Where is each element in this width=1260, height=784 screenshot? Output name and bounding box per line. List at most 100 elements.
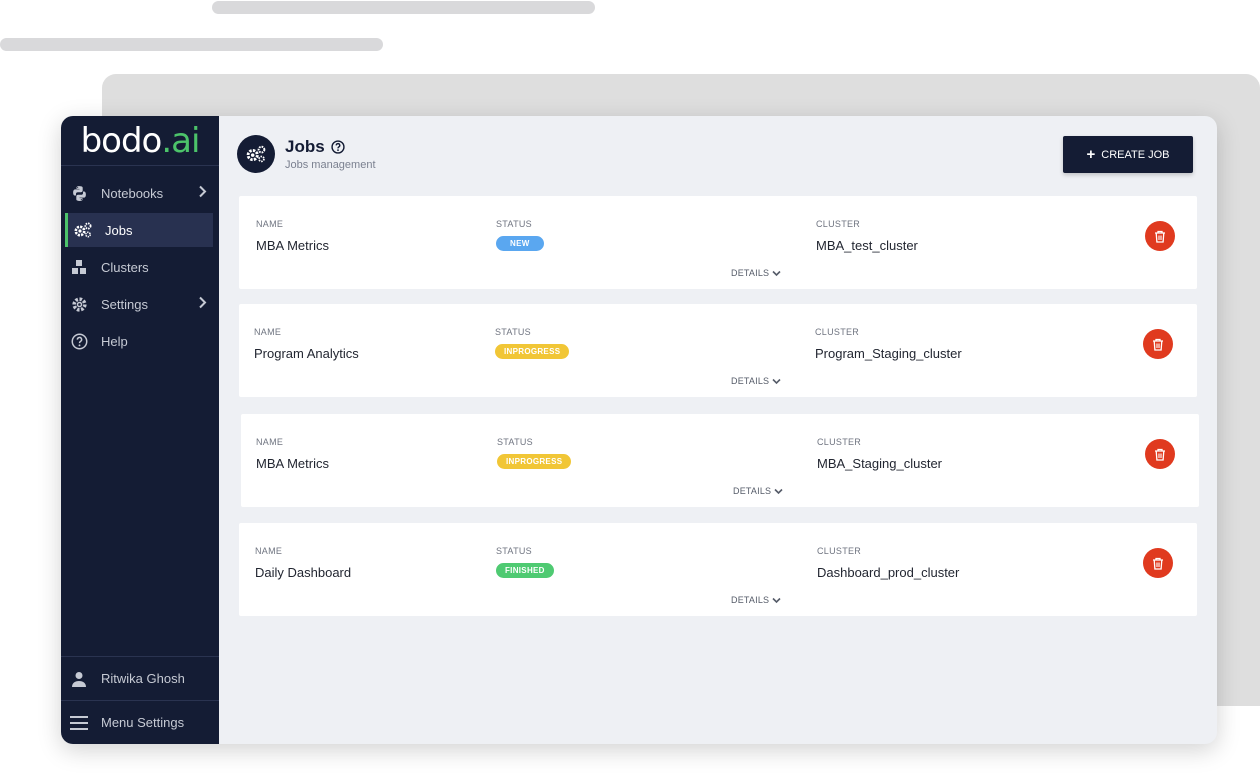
status-badge: NEW	[496, 236, 544, 251]
job-cluster-field: CLUSTER Program_Staging_cluster	[815, 327, 962, 361]
user-profile[interactable]: Ritwika Ghosh	[61, 656, 219, 700]
job-name: MBA Metrics	[256, 456, 329, 471]
name-label: NAME	[256, 437, 284, 447]
sidebar-item-settings[interactable]: Settings	[61, 287, 219, 321]
job-name: Daily Dashboard	[255, 565, 352, 580]
status-label: STATUS	[496, 546, 532, 556]
bodo-ai-logo[interactable]: bodo. ai	[61, 116, 219, 166]
job-card: NAME Program Analytics STATUS INPROGRESS…	[239, 304, 1197, 397]
chevron-right-icon	[198, 296, 207, 312]
sidebar-footer: Ritwika Ghosh Menu Settings	[61, 656, 219, 744]
details-label: DETAILS	[731, 376, 770, 386]
sidebar-item-jobs[interactable]: Jobs	[65, 213, 213, 247]
job-card: NAME Daily Dashboard STATUS FINISHED CLU…	[239, 523, 1197, 616]
app-window: bodo. ai Notebooks Jobs Clusters Setting…	[61, 116, 1217, 744]
job-name-field: NAME MBA Metrics	[256, 219, 329, 253]
sidebar-item-clusters[interactable]: Clusters	[61, 250, 219, 284]
gears-icon	[73, 220, 93, 240]
status-label: STATUS	[495, 327, 531, 337]
details-toggle[interactable]: DETAILS	[731, 595, 781, 605]
status-badge: INPROGRESS	[495, 344, 570, 359]
trash-icon	[1155, 448, 1165, 461]
job-cluster: MBA_Staging_cluster	[817, 456, 943, 471]
job-card: NAME MBA Metrics STATUS NEW CLUSTER MBA_…	[239, 196, 1197, 289]
sidebar-item-label: Notebooks	[101, 185, 164, 201]
name-label: NAME	[256, 219, 284, 229]
main-content: Jobs Jobs management + CREATE JOB NAME M…	[219, 116, 1217, 744]
job-cluster-field: CLUSTER MBA_test_cluster	[816, 219, 918, 253]
name-label: NAME	[255, 546, 283, 556]
job-name: Program Analytics	[254, 346, 359, 361]
clusters-icon	[69, 257, 89, 277]
job-name-field: NAME Daily Dashboard	[255, 546, 351, 580]
page-title: Jobs	[285, 137, 325, 156]
decorative-bar-second	[0, 38, 383, 51]
delete-job-button[interactable]	[1145, 221, 1175, 251]
chevron-right-icon	[198, 185, 207, 201]
gear-icon	[69, 294, 89, 314]
menu-settings-label: Menu Settings	[101, 715, 185, 730]
sidebar-item-label: Settings	[101, 296, 148, 312]
job-cluster-field: CLUSTER Dashboard_prod_cluster	[817, 546, 959, 580]
python-icon	[69, 183, 89, 203]
job-cluster: Program_Staging_cluster	[815, 346, 962, 361]
plus-icon: +	[1086, 146, 1096, 163]
status-label: STATUS	[497, 437, 533, 447]
jobs-gears-icon	[237, 135, 275, 173]
sidebar-item-notebooks[interactable]: Notebooks	[61, 176, 219, 210]
chevron-down-icon	[772, 597, 781, 604]
user-name: Ritwika Ghosh	[101, 671, 185, 686]
job-status-field: STATUS INPROGRESS	[495, 327, 570, 359]
cluster-label: CLUSTER	[816, 219, 861, 229]
details-toggle[interactable]: DETAILS	[731, 376, 781, 386]
details-label: DETAILS	[733, 486, 772, 496]
job-card: NAME MBA Metrics STATUS INPROGRESS CLUST…	[241, 414, 1199, 507]
details-toggle[interactable]: DETAILS	[731, 268, 781, 278]
create-job-label: CREATE JOB	[1101, 148, 1170, 161]
job-status-field: STATUS INPROGRESS	[497, 437, 572, 469]
job-cluster: MBA_test_cluster	[816, 238, 918, 253]
job-cluster: Dashboard_prod_cluster	[817, 565, 960, 580]
trash-icon	[1153, 338, 1163, 351]
chevron-down-icon	[772, 378, 781, 385]
help-icon	[69, 331, 89, 351]
chevron-down-icon	[774, 488, 783, 495]
status-label: STATUS	[496, 219, 532, 229]
delete-job-button[interactable]	[1143, 329, 1173, 359]
logo-accent: ai	[171, 120, 200, 161]
job-status-field: STATUS NEW	[496, 219, 544, 251]
sidebar-item-label: Help	[101, 333, 128, 349]
chevron-down-icon	[772, 270, 781, 277]
trash-icon	[1153, 557, 1163, 570]
cluster-label: CLUSTER	[815, 327, 860, 337]
details-label: DETAILS	[731, 268, 770, 278]
job-name-field: NAME Program Analytics	[254, 327, 359, 361]
delete-job-button[interactable]	[1143, 548, 1173, 578]
sidebar-item-label: Jobs	[105, 222, 133, 238]
job-cluster-field: CLUSTER MBA_Staging_cluster	[817, 437, 942, 471]
decorative-bar-top	[212, 1, 595, 14]
page-subtitle: Jobs management	[285, 159, 376, 171]
hamburger-menu-icon	[69, 713, 89, 733]
page-header: Jobs Jobs management	[237, 135, 376, 173]
job-name-field: NAME MBA Metrics	[256, 437, 329, 471]
create-job-button[interactable]: + CREATE JOB	[1063, 136, 1193, 173]
status-badge: INPROGRESS	[497, 454, 572, 469]
trash-icon	[1155, 230, 1165, 243]
help-circle-icon[interactable]	[331, 140, 345, 154]
menu-settings[interactable]: Menu Settings	[61, 700, 219, 744]
sidebar-item-help[interactable]: Help	[61, 324, 219, 358]
details-toggle[interactable]: DETAILS	[733, 486, 783, 496]
sidebar-item-label: Clusters	[101, 259, 149, 275]
user-icon	[69, 669, 89, 689]
status-badge: FINISHED	[496, 563, 554, 578]
details-label: DETAILS	[731, 595, 770, 605]
name-label: NAME	[254, 327, 282, 337]
cluster-label: CLUSTER	[817, 437, 862, 447]
job-status-field: STATUS FINISHED	[496, 546, 554, 578]
job-name: MBA Metrics	[256, 238, 329, 253]
logo-main: bodo	[80, 120, 163, 161]
cluster-label: CLUSTER	[817, 546, 862, 556]
sidebar: bodo. ai Notebooks Jobs Clusters Setting…	[61, 116, 219, 744]
delete-job-button[interactable]	[1145, 439, 1175, 469]
